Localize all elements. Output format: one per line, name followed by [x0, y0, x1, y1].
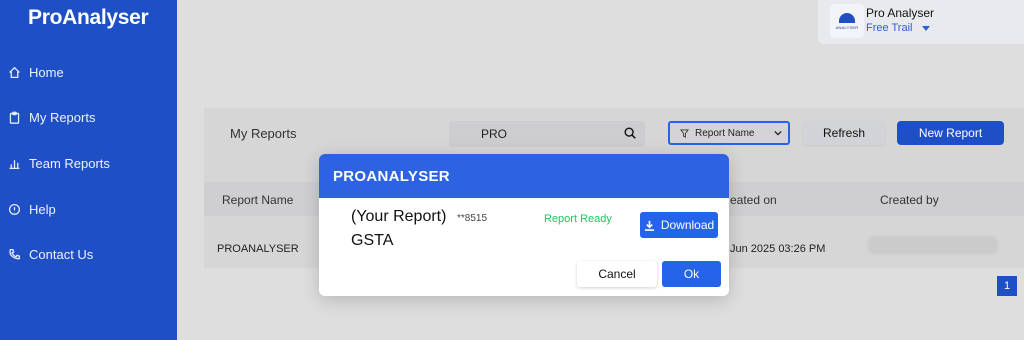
chevron-down-icon [774, 130, 782, 136]
column-header-created-on[interactable]: eated on [730, 193, 777, 207]
modal-title: PROANALYSER [319, 154, 729, 198]
phone-icon [9, 248, 21, 260]
filter-dropdown[interactable]: Report Name [668, 121, 790, 145]
sidebar-item-label: Home [29, 65, 64, 80]
search-input[interactable]: PRO [449, 121, 645, 147]
download-label: Download [660, 218, 715, 232]
umbrella-icon [839, 12, 855, 23]
sidebar-item-home[interactable]: Home [8, 65, 64, 80]
column-header-report-name[interactable]: Report Name [222, 193, 293, 207]
report-name: GSTA [351, 232, 394, 249]
download-button[interactable]: Download [640, 212, 718, 238]
plan-label: Free Trail [866, 22, 913, 34]
home-icon [9, 66, 20, 79]
search-value: PRO [481, 127, 508, 141]
profile-name: Pro Analyser [866, 6, 935, 20]
refresh-button[interactable]: Refresh [803, 121, 885, 145]
profile-card[interactable]: ANALYSER Pro Analyser Free Trail [818, 0, 1024, 44]
filter-icon [680, 128, 689, 138]
new-report-button[interactable]: New Report [897, 121, 1004, 145]
bar-chart-icon [9, 160, 20, 170]
caret-down-icon [922, 25, 931, 31]
sidebar-item-contact-us[interactable]: Contact Us [8, 247, 93, 262]
plan-dropdown[interactable]: Free Trail [866, 22, 931, 34]
cell-report-name: PROANALYSER [217, 243, 299, 255]
help-icon [8, 203, 21, 216]
status-badge: Report Ready [544, 213, 612, 225]
sidebar-item-label: Help [29, 202, 56, 217]
report-id-suffix: **8515 [457, 213, 488, 224]
cell-created-by-redacted [868, 236, 998, 254]
filter-label: Report Name [695, 127, 755, 139]
clipboard-icon [9, 111, 20, 124]
download-icon [644, 220, 654, 231]
report-label: (Your Report) [351, 208, 447, 225]
sidebar-item-my-reports[interactable]: My Reports [8, 110, 95, 125]
search-icon[interactable] [623, 126, 637, 140]
company-logo-text: ANALYSER [835, 24, 859, 30]
sidebar-item-label: Team Reports [29, 156, 110, 171]
cancel-button[interactable]: Cancel [577, 261, 657, 287]
cell-created-on: Jun 2025 03:26 PM [730, 243, 826, 255]
column-header-created-by[interactable]: Created by [880, 193, 939, 207]
sidebar-item-team-reports[interactable]: Team Reports [8, 156, 110, 171]
sidebar: ProAnalyser Home My Reports Team Reports… [0, 0, 177, 340]
sidebar-item-label: Contact Us [29, 247, 94, 262]
page-title: My Reports [230, 126, 297, 141]
report-modal: PROANALYSER (Your Report) **8515 GSTA Re… [319, 154, 729, 296]
company-logo: ANALYSER [830, 4, 864, 38]
brand-logo-text[interactable]: ProAnalyser [28, 6, 149, 30]
sidebar-item-label: My Reports [29, 110, 96, 125]
pagination-page-button[interactable]: 1 [997, 276, 1017, 296]
ok-button[interactable]: Ok [662, 261, 721, 287]
sidebar-item-help[interactable]: Help [8, 202, 56, 217]
